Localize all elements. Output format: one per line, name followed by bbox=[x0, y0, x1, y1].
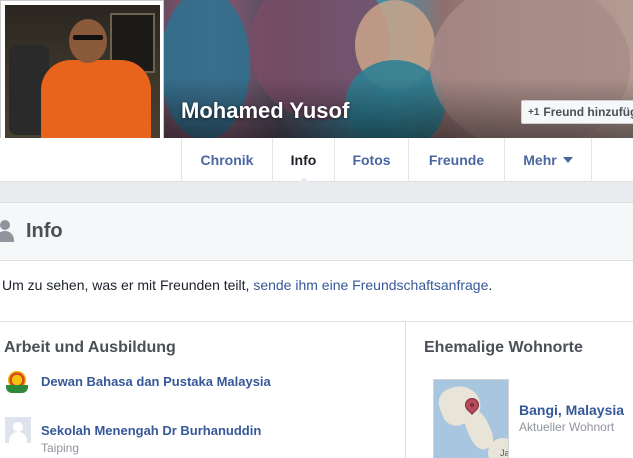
divider bbox=[0, 321, 633, 322]
tab-label: Freunde bbox=[428, 152, 485, 168]
tab-label: Chronik bbox=[200, 152, 254, 168]
employer-link[interactable]: Dewan Bahasa dan Pustaka Malaysia bbox=[41, 374, 271, 389]
profile-name[interactable]: Mohamed Yusof bbox=[181, 98, 349, 124]
tab-freunde[interactable]: Freunde bbox=[408, 138, 504, 182]
info-title: Info bbox=[26, 220, 63, 242]
place-subtitle: Aktueller Wohnort bbox=[519, 420, 615, 434]
map-thumbnail[interactable]: Ja bbox=[433, 379, 509, 458]
person-icon bbox=[0, 220, 16, 244]
work-education-title: Arbeit und Ausbildung bbox=[4, 339, 176, 356]
places-title: Ehemalige Wohnorte bbox=[424, 339, 583, 356]
school-link[interactable]: Sekolah Menengah Dr Burhanuddin bbox=[41, 423, 261, 438]
info-card: Info Um zu sehen, was er mit Freunden te… bbox=[0, 202, 633, 458]
add-friend-button[interactable]: +1 Freund hinzufüg bbox=[521, 100, 633, 124]
tab-label: Fotos bbox=[352, 152, 391, 168]
tab-fotos[interactable]: Fotos bbox=[334, 138, 408, 182]
crest-icon[interactable] bbox=[4, 369, 30, 395]
info-card-header: Info bbox=[0, 203, 633, 261]
notice-end: . bbox=[488, 277, 493, 293]
friend-request-link[interactable]: sende ihm eine Freundschaftsanfrage bbox=[253, 277, 488, 293]
tab-label: Info bbox=[290, 152, 317, 168]
friendship-notice: Um zu sehen, was er mit Freunden teilt, … bbox=[2, 277, 492, 293]
photo-person bbox=[69, 19, 107, 63]
profile-tabs: Chronik Info Fotos Freunde Mehr bbox=[0, 138, 633, 183]
tab-chronik[interactable]: Chronik bbox=[181, 138, 272, 182]
place-link[interactable]: Bangi, Malaysia bbox=[519, 402, 624, 418]
map-label: Ja bbox=[500, 448, 509, 458]
notice-text: Um zu sehen, was er mit Freunden teilt, bbox=[2, 277, 254, 293]
school-location: Taiping bbox=[41, 441, 80, 455]
tab-mehr[interactable]: Mehr bbox=[504, 138, 592, 182]
school-placeholder-icon[interactable] bbox=[5, 417, 31, 443]
photo-person bbox=[73, 35, 103, 40]
chevron-down-icon bbox=[562, 157, 573, 163]
tab-label: Mehr bbox=[523, 152, 557, 168]
tab-info[interactable]: Info bbox=[272, 138, 334, 183]
divider bbox=[405, 321, 406, 458]
add-friend-icon: +1 bbox=[528, 106, 540, 118]
add-friend-label: Freund hinzufüg bbox=[543, 105, 633, 119]
